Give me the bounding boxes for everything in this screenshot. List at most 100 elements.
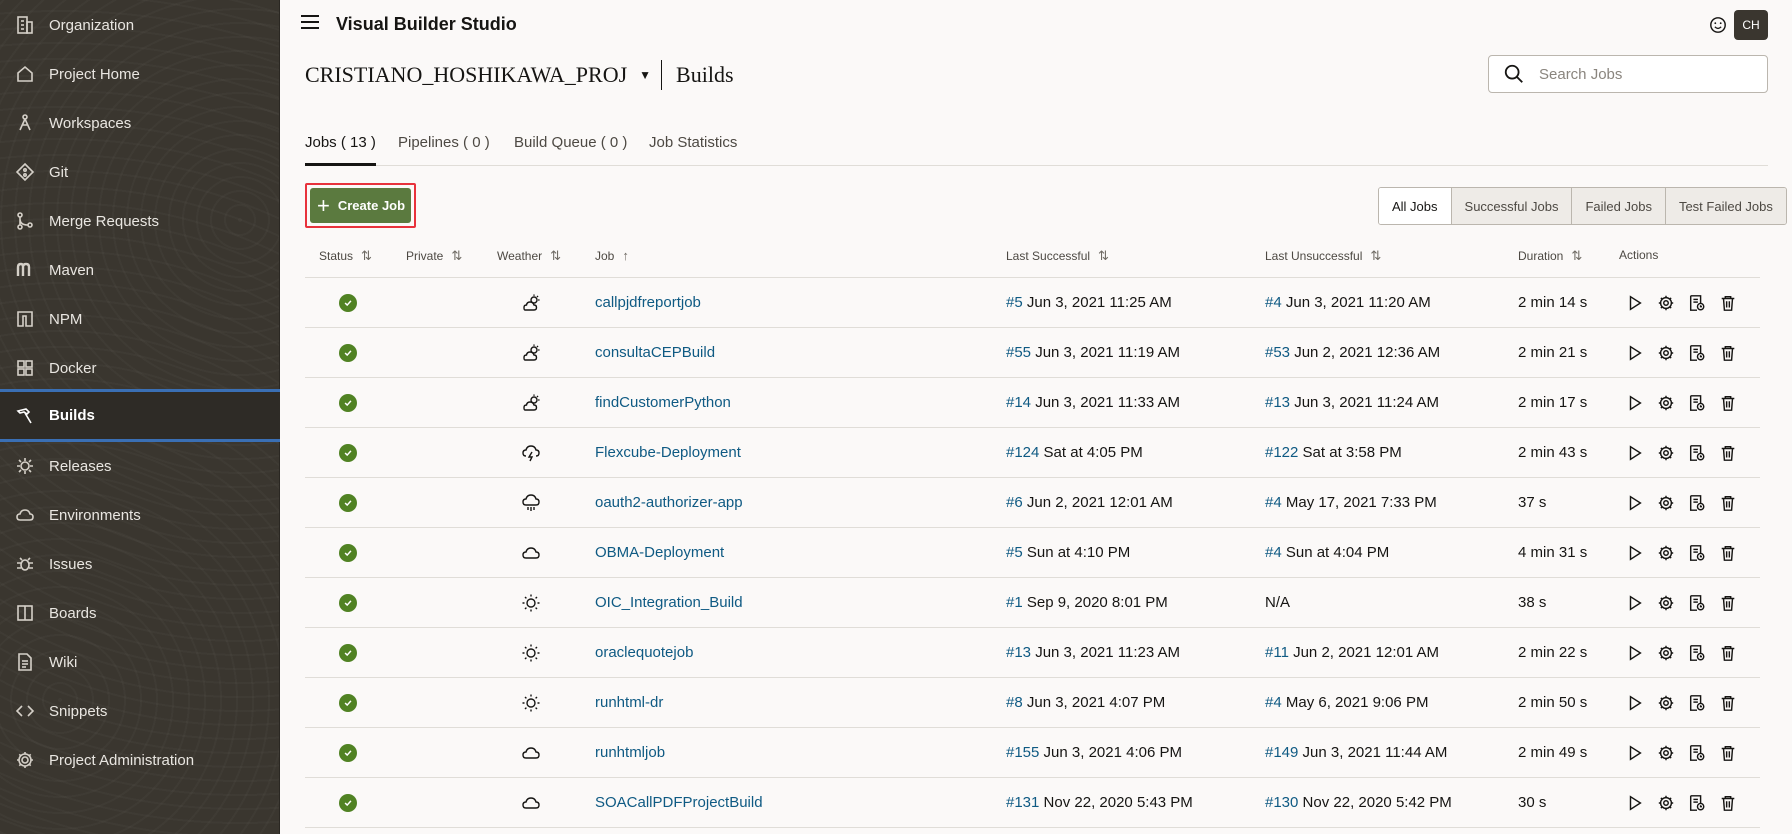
build-number-link[interactable]: #155 [1006, 744, 1039, 761]
sidebar-item-environments[interactable]: Environments [0, 491, 280, 540]
sort-icon[interactable]: ⇅ [1098, 248, 1109, 264]
sidebar-item-docker[interactable]: Docker [0, 344, 280, 393]
run-build-icon[interactable] [1625, 643, 1645, 663]
sidebar-item-wiki[interactable]: Wiki [0, 638, 280, 687]
sidebar-item-snippets[interactable]: Snippets [0, 687, 280, 736]
user-avatar[interactable]: CH [1734, 10, 1768, 40]
build-number-link[interactable]: #11 [1265, 644, 1289, 661]
job-link[interactable]: oraclequotejob [595, 644, 693, 661]
configure-gear-icon[interactable] [1656, 393, 1676, 413]
sidebar-item-organization[interactable]: Organization [0, 1, 280, 50]
hamburger-menu-icon[interactable] [301, 15, 319, 29]
run-build-icon[interactable] [1625, 493, 1645, 513]
build-number-link[interactable]: #6 [1006, 494, 1023, 511]
build-number-link[interactable]: #53 [1265, 344, 1290, 361]
job-link[interactable]: runhtmljob [595, 744, 665, 761]
filter-all-jobs[interactable]: All Jobs [1379, 188, 1451, 224]
build-number-link[interactable]: #5 [1006, 294, 1023, 311]
build-number-link[interactable]: #55 [1006, 344, 1031, 361]
run-build-icon[interactable] [1625, 593, 1645, 613]
tab-jobs[interactable]: Jobs ( 13 ) [305, 134, 376, 166]
build-log-icon[interactable] [1687, 343, 1707, 363]
build-log-icon[interactable] [1687, 793, 1707, 813]
configure-gear-icon[interactable] [1656, 443, 1676, 463]
configure-gear-icon[interactable] [1656, 543, 1676, 563]
tab-job-statistics[interactable]: Job Statistics [649, 134, 737, 151]
sidebar-item-builds[interactable]: Builds [0, 389, 280, 442]
feedback-smiley-icon[interactable] [1709, 16, 1727, 34]
build-number-link[interactable]: #13 [1006, 644, 1031, 661]
build-log-icon[interactable] [1687, 593, 1707, 613]
build-log-icon[interactable] [1687, 693, 1707, 713]
run-build-icon[interactable] [1625, 443, 1645, 463]
delete-icon[interactable] [1718, 293, 1738, 313]
run-build-icon[interactable] [1625, 793, 1645, 813]
sidebar-item-git[interactable]: Git [0, 148, 280, 197]
build-number-link[interactable]: #8 [1006, 694, 1023, 711]
sort-ascending-icon[interactable]: ↑ [622, 248, 629, 263]
job-link[interactable]: callpjdfreportjob [595, 294, 701, 311]
delete-icon[interactable] [1718, 343, 1738, 363]
build-log-icon[interactable] [1687, 493, 1707, 513]
filter-failed-jobs[interactable]: Failed Jobs [1571, 188, 1665, 224]
build-number-link[interactable]: #13 [1265, 394, 1290, 411]
build-number-link[interactable]: #4 [1265, 294, 1282, 311]
delete-icon[interactable] [1718, 543, 1738, 563]
build-number-link[interactable]: #14 [1006, 394, 1031, 411]
filter-test-failed-jobs[interactable]: Test Failed Jobs [1664, 188, 1786, 224]
job-link[interactable]: Flexcube-Deployment [595, 444, 741, 461]
job-link[interactable]: runhtml-dr [595, 694, 663, 711]
build-number-link[interactable]: #1 [1006, 594, 1023, 611]
configure-gear-icon[interactable] [1656, 493, 1676, 513]
project-dropdown-icon[interactable]: ▼ [639, 68, 651, 83]
configure-gear-icon[interactable] [1656, 643, 1676, 663]
delete-icon[interactable] [1718, 793, 1738, 813]
sort-icon[interactable]: ⇅ [451, 248, 462, 264]
sidebar-item-merge-requests[interactable]: Merge Requests [0, 197, 280, 246]
configure-gear-icon[interactable] [1656, 793, 1676, 813]
tab-pipelines[interactable]: Pipelines ( 0 ) [398, 134, 490, 151]
run-build-icon[interactable] [1625, 743, 1645, 763]
tab-build-queue[interactable]: Build Queue ( 0 ) [514, 134, 627, 151]
delete-icon[interactable] [1718, 643, 1738, 663]
sort-icon[interactable]: ⇅ [1370, 248, 1381, 264]
job-link[interactable]: findCustomerPython [595, 394, 731, 411]
build-number-link[interactable]: #5 [1006, 544, 1023, 561]
job-link[interactable]: OBMA-Deployment [595, 544, 724, 561]
build-number-link[interactable]: #4 [1265, 694, 1282, 711]
sidebar-item-boards[interactable]: Boards [0, 589, 280, 638]
sidebar-item-releases[interactable]: Releases [0, 442, 280, 491]
configure-gear-icon[interactable] [1656, 693, 1676, 713]
job-link[interactable]: SOACallPDFProjectBuild [595, 794, 763, 811]
configure-gear-icon[interactable] [1656, 293, 1676, 313]
run-build-icon[interactable] [1625, 543, 1645, 563]
delete-icon[interactable] [1718, 393, 1738, 413]
build-number-link[interactable]: #122 [1265, 444, 1298, 461]
sort-icon[interactable]: ⇅ [1571, 248, 1582, 264]
build-number-link[interactable]: #149 [1265, 744, 1298, 761]
sidebar-item-maven[interactable]: Maven [0, 246, 280, 295]
sort-icon[interactable]: ⇅ [550, 248, 561, 264]
job-link[interactable]: OIC_Integration_Build [595, 594, 743, 611]
delete-icon[interactable] [1718, 693, 1738, 713]
configure-gear-icon[interactable] [1656, 593, 1676, 613]
build-log-icon[interactable] [1687, 443, 1707, 463]
delete-icon[interactable] [1718, 493, 1738, 513]
configure-gear-icon[interactable] [1656, 743, 1676, 763]
build-number-link[interactable]: #4 [1265, 494, 1282, 511]
build-log-icon[interactable] [1687, 643, 1707, 663]
delete-icon[interactable] [1718, 443, 1738, 463]
sidebar-item-issues[interactable]: Issues [0, 540, 280, 589]
sidebar-item-project-administration[interactable]: Project Administration [0, 736, 280, 785]
filter-successful-jobs[interactable]: Successful Jobs [1450, 188, 1572, 224]
configure-gear-icon[interactable] [1656, 343, 1676, 363]
create-job-button[interactable]: + Create Job [310, 188, 411, 223]
build-number-link[interactable]: #4 [1265, 544, 1282, 561]
run-build-icon[interactable] [1625, 393, 1645, 413]
build-log-icon[interactable] [1687, 393, 1707, 413]
run-build-icon[interactable] [1625, 293, 1645, 313]
run-build-icon[interactable] [1625, 343, 1645, 363]
run-build-icon[interactable] [1625, 693, 1645, 713]
delete-icon[interactable] [1718, 593, 1738, 613]
job-link[interactable]: oauth2-authorizer-app [595, 494, 743, 511]
